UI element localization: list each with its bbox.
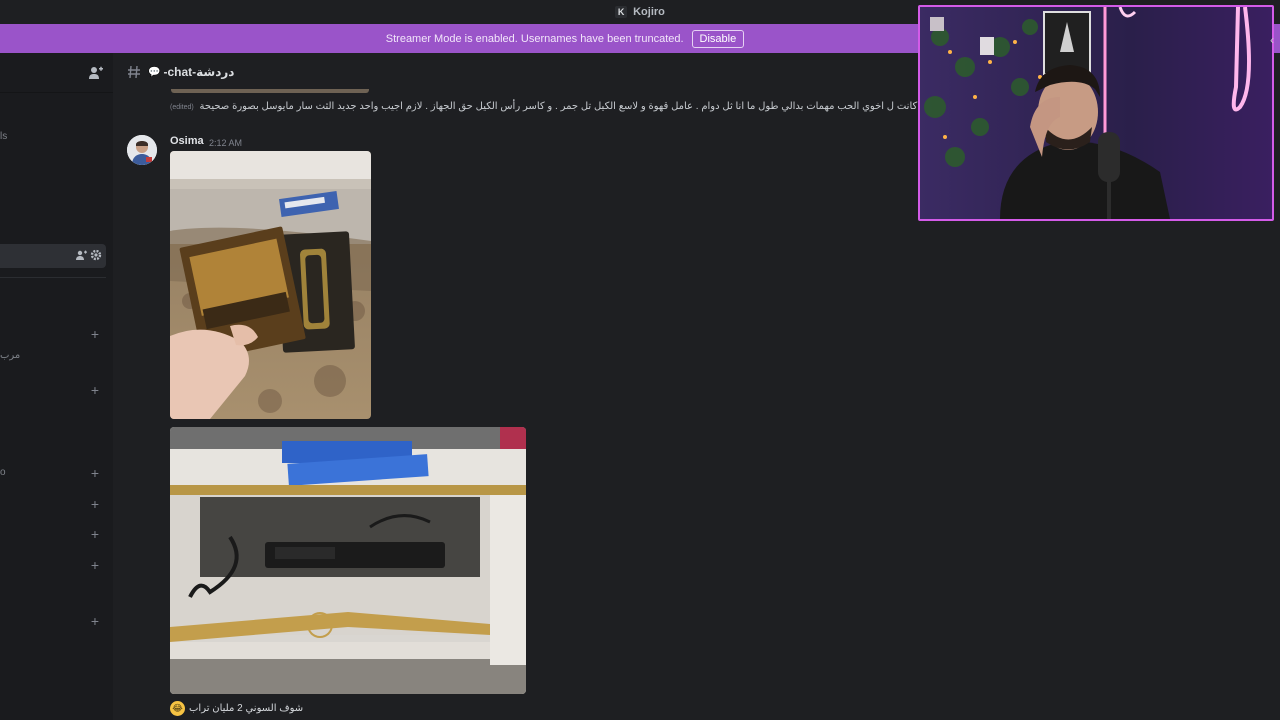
app-logo-icon: K bbox=[615, 6, 628, 18]
previous-message: (edited) كانت ل اخوي الحب مهمات بدالي طو… bbox=[170, 101, 917, 112]
channel-sidebar: ls + مرب + o + + + + + bbox=[0, 53, 113, 720]
message-author[interactable]: Osima bbox=[170, 135, 204, 147]
add-channel-plus-icon[interactable]: + bbox=[90, 527, 100, 541]
disable-streamer-mode-button[interactable]: Disable bbox=[691, 29, 745, 48]
add-channel-plus-icon[interactable]: + bbox=[90, 327, 100, 341]
image-attachment-console[interactable] bbox=[170, 427, 526, 694]
hash-icon bbox=[128, 65, 140, 79]
add-channel-plus-icon[interactable]: + bbox=[90, 466, 100, 480]
webcam-overlay bbox=[918, 5, 1274, 221]
streamer-mode-text: Streamer Mode is enabled. Usernames have… bbox=[385, 32, 684, 45]
invite-icon[interactable] bbox=[75, 249, 87, 261]
previous-message-text: كانت ل اخوي الحب مهمات بدالي طول ما انا … bbox=[199, 101, 918, 112]
laughing-emoji-icon: 😂 bbox=[170, 701, 185, 716]
chevron-left-icon[interactable]: ‹ bbox=[1270, 33, 1274, 47]
sidebar-fragment[interactable]: o bbox=[0, 467, 6, 478]
image-attachment-books[interactable] bbox=[170, 151, 371, 419]
add-channel-plus-icon[interactable]: + bbox=[90, 558, 100, 572]
message-timestamp: 2:12 AM bbox=[209, 138, 243, 148]
gear-icon[interactable] bbox=[90, 249, 102, 261]
add-channel-plus-icon[interactable]: + bbox=[90, 614, 100, 628]
message-caption: 😂 شوف السوني 2 مليان تراب bbox=[170, 701, 303, 716]
channel-name-text: -chat-دردشة bbox=[163, 65, 235, 79]
previous-attachment-edge[interactable] bbox=[171, 89, 369, 93]
add-friend-icon[interactable] bbox=[88, 65, 104, 81]
add-channel-plus-icon[interactable]: + bbox=[90, 497, 100, 511]
sidebar-divider bbox=[0, 277, 106, 278]
sidebar-fragment[interactable]: ls bbox=[0, 131, 7, 142]
discord-window: K Kojiro Streamer Mode is enabled. Usern… bbox=[0, 0, 1280, 720]
sidebar-selected-channel[interactable] bbox=[0, 244, 106, 268]
edited-label: (edited) bbox=[170, 104, 194, 111]
speech-bubble-icon: 💬 bbox=[148, 66, 161, 78]
sidebar-header bbox=[0, 53, 113, 93]
channel-name[interactable]: 💬 -chat-دردشة bbox=[148, 65, 234, 79]
app-title: Kojiro bbox=[633, 6, 665, 18]
avatar[interactable] bbox=[127, 135, 157, 165]
sidebar-fragment[interactable]: مرب bbox=[0, 350, 20, 361]
message-caption-text: شوف السوني 2 مليان تراب bbox=[189, 703, 304, 714]
add-channel-plus-icon[interactable]: + bbox=[90, 383, 100, 397]
